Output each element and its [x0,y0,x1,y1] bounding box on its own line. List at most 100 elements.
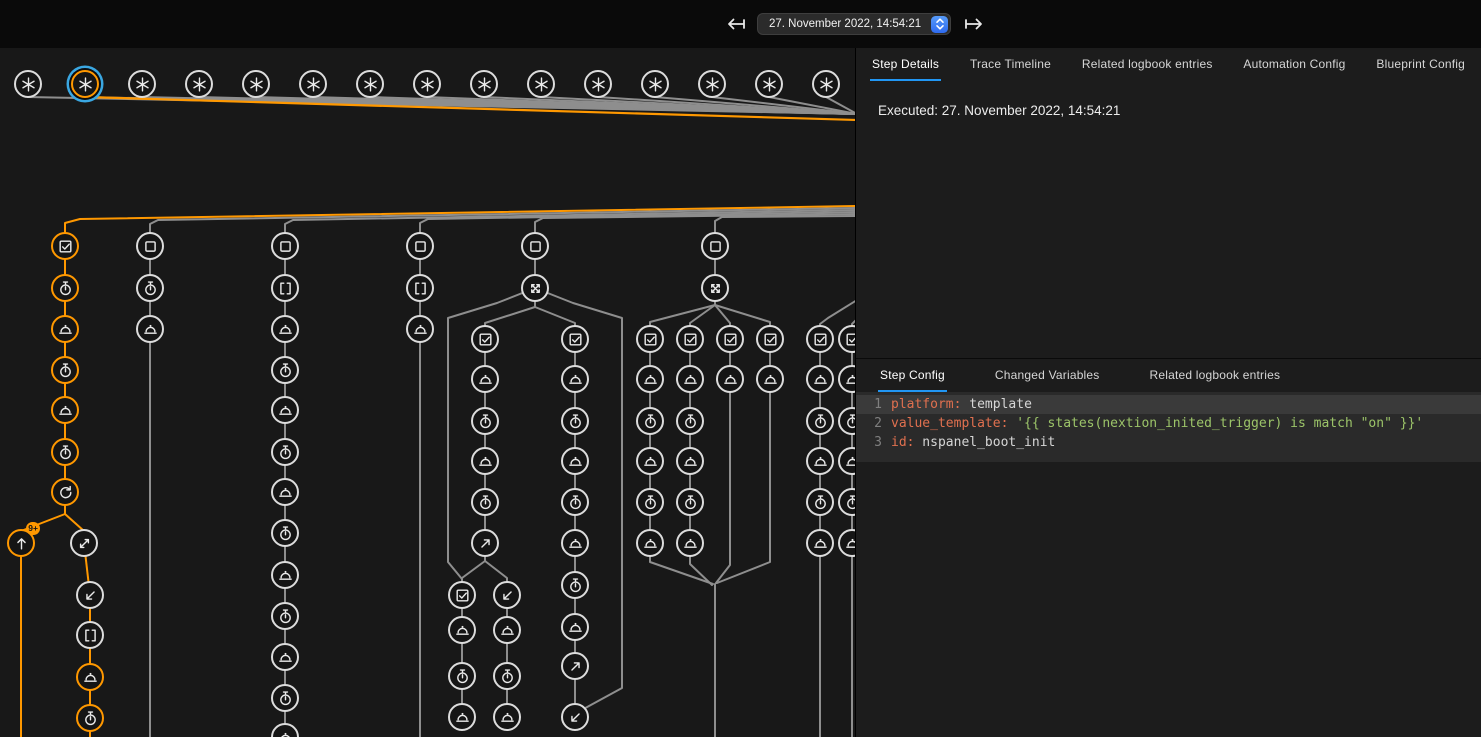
trace-node-arrow-down-left[interactable] [493,581,521,609]
trace-node-service[interactable] [561,447,589,475]
trace-node-condition[interactable] [448,581,476,609]
trace-node-timer[interactable] [271,438,299,466]
trace-node-timer[interactable] [136,274,164,302]
run-selector-stepper-icon[interactable] [931,16,948,33]
trace-node-timer[interactable] [271,684,299,712]
trace-node-timer[interactable] [806,407,834,435]
trace-node-timer[interactable] [271,519,299,547]
trace-node-timer[interactable] [561,407,589,435]
trace-node-asterisk[interactable] [242,70,270,98]
trace-node-arrow-expand[interactable] [70,529,98,557]
trace-node-arrow-up[interactable]: 9+ [7,529,35,557]
trace-node-condition-blank[interactable] [701,232,729,260]
trace-node-timer[interactable] [676,488,704,516]
trace-node-arrow-down-left[interactable] [76,581,104,609]
trace-node-service[interactable] [636,365,664,393]
trace-node-timer[interactable] [471,488,499,516]
previous-run-button[interactable] [722,12,748,36]
trace-node-condition[interactable] [716,325,744,353]
trace-node-choose[interactable] [701,274,729,302]
trace-node-asterisk[interactable] [584,70,612,98]
trace-node-condition[interactable] [51,232,79,260]
trace-node-brackets[interactable] [406,274,434,302]
trace-node-asterisk[interactable] [356,70,384,98]
trace-node-condition[interactable] [561,325,589,353]
trace-node-timer[interactable] [636,488,664,516]
next-run-button[interactable] [962,12,988,36]
trace-node-service[interactable] [806,447,834,475]
trace-node-service[interactable] [51,396,79,424]
trace-node-timer[interactable] [271,602,299,630]
tab-blueprint-config[interactable]: Blueprint Config [1374,48,1467,81]
trace-node-timer[interactable] [51,438,79,466]
trace-node-timer[interactable] [448,662,476,690]
trace-node-arrow-up-right[interactable] [471,529,499,557]
trace-node-timer[interactable] [561,571,589,599]
trace-node-condition[interactable] [471,325,499,353]
trace-node-condition[interactable] [636,325,664,353]
trace-node-service[interactable] [136,315,164,343]
trace-node-asterisk[interactable] [185,70,213,98]
trace-node-asterisk[interactable] [812,70,840,98]
run-selector[interactable]: 27. November 2022, 14:54:21 [757,13,951,35]
trace-node-asterisk[interactable] [128,70,156,98]
trace-node-asterisk[interactable] [14,70,42,98]
trace-node-timer[interactable] [51,274,79,302]
tab-related-logbook-entries[interactable]: Related logbook entries [1148,359,1283,392]
trace-node-service[interactable] [636,529,664,557]
trace-node-timer[interactable] [493,662,521,690]
trace-node-timer[interactable] [561,488,589,516]
trace-node-service[interactable] [561,529,589,557]
tab-step-details[interactable]: Step Details [870,48,941,81]
trace-node-service[interactable] [756,365,784,393]
trace-node-asterisk[interactable] [755,70,783,98]
tab-related-logbook-entries[interactable]: Related logbook entries [1080,48,1215,81]
trace-node-condition[interactable] [806,325,834,353]
trace-node-asterisk[interactable] [299,70,327,98]
trace-node-service[interactable] [493,616,521,644]
trace-node-service[interactable] [676,365,704,393]
tab-changed-variables[interactable]: Changed Variables [993,359,1102,392]
trace-node-asterisk[interactable] [413,70,441,98]
trace-node-service[interactable] [448,616,476,644]
trace-node-service[interactable] [676,529,704,557]
selected-trace-node-asterisk[interactable] [71,70,99,98]
trace-node-asterisk[interactable] [641,70,669,98]
trace-node-service[interactable] [561,613,589,641]
trace-node-timer[interactable] [676,407,704,435]
trace-node-timer[interactable] [271,356,299,384]
trace-node-repeat[interactable] [51,478,79,506]
trace-node-service[interactable] [271,396,299,424]
trace-node-timer[interactable] [471,407,499,435]
trace-node-service[interactable] [806,365,834,393]
trace-node-timer[interactable] [51,356,79,384]
trace-node-condition-blank[interactable] [136,232,164,260]
tab-automation-config[interactable]: Automation Config [1241,48,1347,81]
trace-node-service[interactable] [806,529,834,557]
tab-step-config[interactable]: Step Config [878,359,947,392]
trace-node-asterisk[interactable] [698,70,726,98]
trace-node-arrow-down-left[interactable] [561,703,589,731]
trace-node-service[interactable] [471,365,499,393]
trace-node-service[interactable] [271,643,299,671]
trace-node-choose[interactable] [521,274,549,302]
trace-node-service[interactable] [561,365,589,393]
trace-node-brackets[interactable] [271,274,299,302]
trace-node-condition-blank[interactable] [271,232,299,260]
trace-node-service[interactable] [271,315,299,343]
trace-node-condition-blank[interactable] [406,232,434,260]
trace-node-service[interactable] [716,365,744,393]
trace-node-brackets[interactable] [76,621,104,649]
trace-node-service[interactable] [493,703,521,731]
trace-node-condition[interactable] [676,325,704,353]
trace-node-condition[interactable] [756,325,784,353]
trace-node-service[interactable] [406,315,434,343]
trace-node-timer[interactable] [76,704,104,732]
trace-node-service[interactable] [76,663,104,691]
trace-node-asterisk[interactable] [470,70,498,98]
trace-node-service[interactable] [271,561,299,589]
trace-node-service[interactable] [51,315,79,343]
trace-node-service[interactable] [676,447,704,475]
trace-node-service[interactable] [271,478,299,506]
trace-node-timer[interactable] [806,488,834,516]
